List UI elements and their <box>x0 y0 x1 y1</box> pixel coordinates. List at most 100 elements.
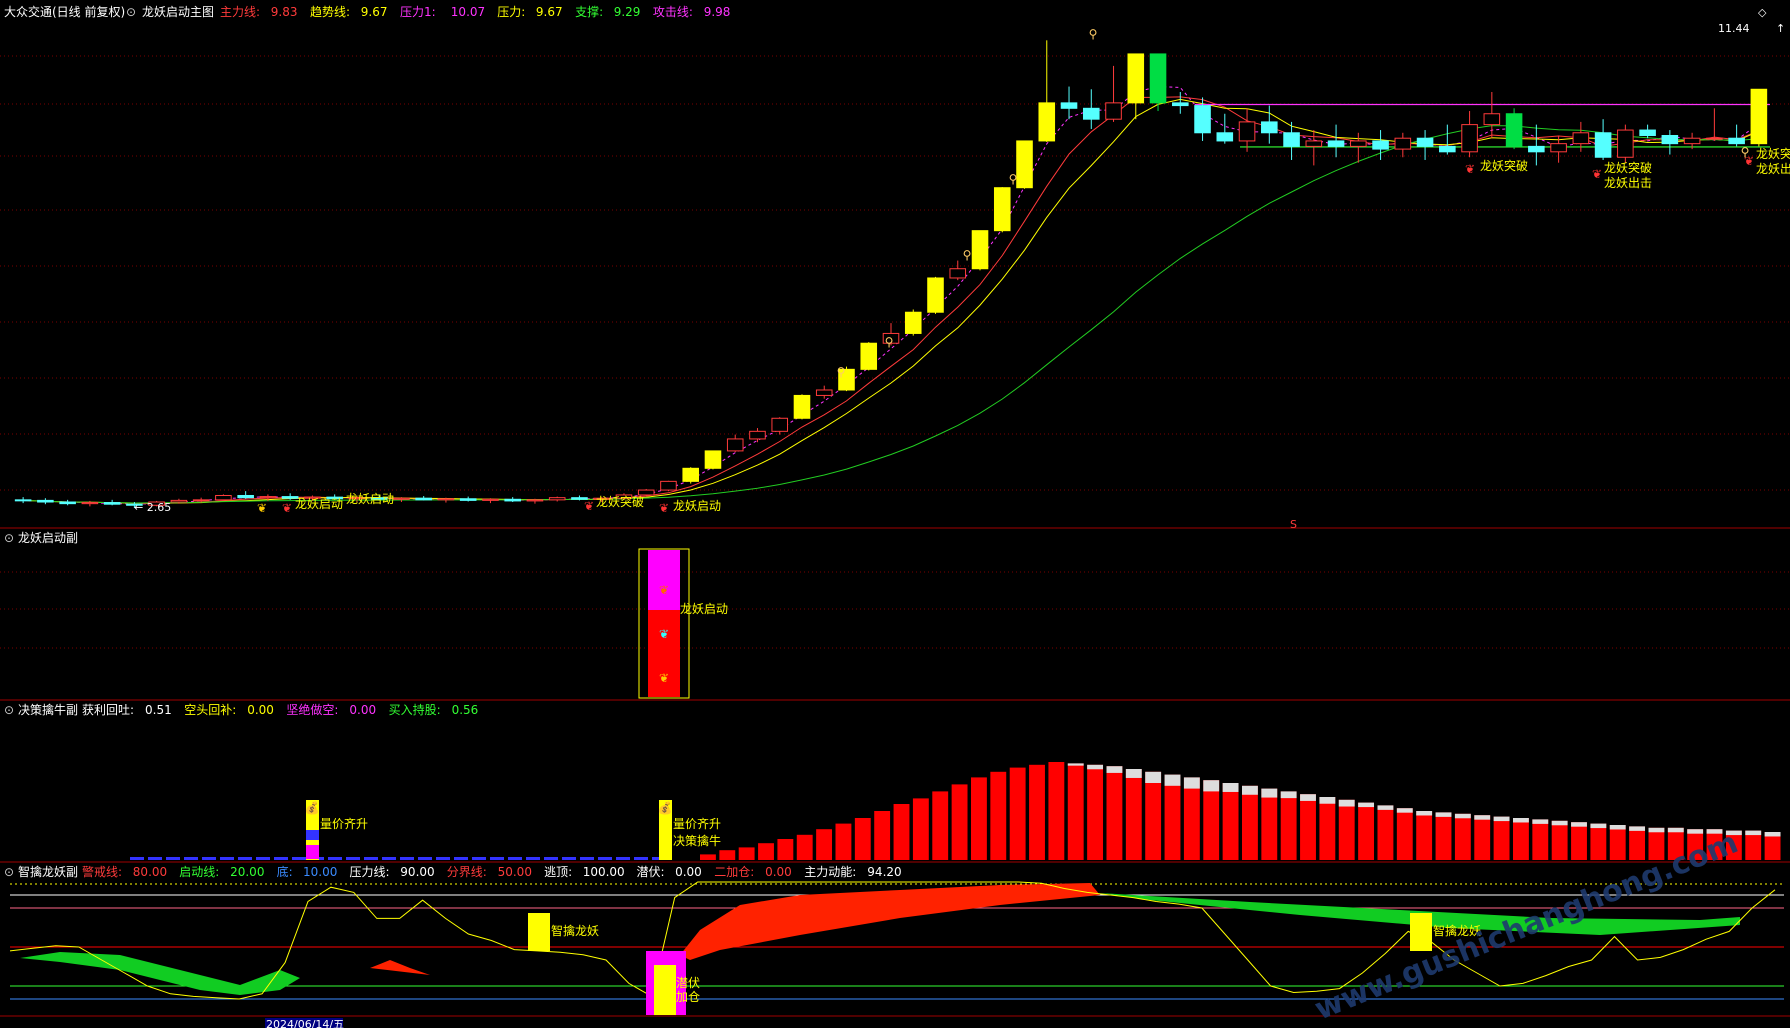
flat-bar <box>328 857 342 860</box>
decision-bar-top <box>1280 791 1297 799</box>
flat-bar <box>562 857 576 860</box>
candle-body <box>1060 102 1078 109</box>
flat-bar <box>238 857 252 860</box>
candle-body <box>1172 102 1189 107</box>
param-label-1: 空头回补: <box>184 703 236 717</box>
param-label-1: 趋势线: <box>310 5 350 19</box>
decision-bar <box>1474 815 1491 860</box>
candle-body <box>526 499 544 502</box>
momentum-area-green <box>20 952 300 995</box>
decision-bar-top <box>1590 823 1607 829</box>
flat-bar <box>508 857 522 860</box>
param-value-5: 9.98 <box>704 5 731 19</box>
sub1-grid <box>0 571 1790 649</box>
candle-body <box>103 502 121 505</box>
decision-bar <box>912 798 929 860</box>
ma-attack-line <box>23 86 1760 505</box>
sub1-annotation: 龙妖启动 <box>680 602 728 616</box>
butterfly-icon: ❦ <box>659 671 669 685</box>
decision-bar-top <box>1222 783 1239 792</box>
candle-body <box>1238 121 1256 142</box>
main-annotations: 龙妖启动 龙妖启动 龙妖突破 龙妖启动 龙妖突破 龙妖突破 龙妖出击 龙妖突 龙… <box>295 146 1790 513</box>
sub1-indicator-name[interactable]: 龙妖启动副 <box>18 531 78 545</box>
param-label-1: 启动线: <box>179 865 219 879</box>
main-indicator-name[interactable]: 龙妖启动主图 <box>142 5 214 19</box>
chart-canvas[interactable]: 大众交通(日线 前复权) ⊙ 龙妖启动主图 主力线: 9.83 趋势线: 9.67 压力… <box>0 0 1790 1028</box>
flat-bar <box>418 857 432 860</box>
candle-body <box>459 498 477 501</box>
candle-body <box>482 498 499 501</box>
butterfly-icon: ❦ <box>1592 167 1602 181</box>
sub2-header: ⊙ 决策擒牛副 获利回吐: 0.51 空头回补: 0.00 坚绝做空: 0.00 买入持股:… <box>4 702 478 717</box>
flat-bar <box>382 857 396 860</box>
sub3-annotation-4: 加仓 <box>676 990 700 1004</box>
arrow-up-icon[interactable]: ↑ <box>1776 22 1785 35</box>
decision-bar <box>777 839 794 860</box>
decision-bar <box>932 791 949 860</box>
decision-bar-top <box>1319 797 1336 804</box>
flat-bar <box>130 857 144 860</box>
sub2-indicator-name[interactable]: 决策擒牛副 <box>18 702 78 717</box>
decision-bar <box>1319 797 1336 860</box>
flat-bar <box>634 857 648 860</box>
decision-bar-top <box>1609 825 1626 830</box>
runner-icon: ⚲ <box>1741 145 1750 159</box>
flat-bar <box>580 857 594 860</box>
sub2-annotation-2: 量价齐升 <box>673 816 721 831</box>
decision-bar <box>1048 762 1065 860</box>
param-label-7: 二加仓: <box>714 865 754 879</box>
flat-bar <box>256 857 270 860</box>
candle-body <box>504 498 521 502</box>
decision-bar-top <box>1300 794 1316 801</box>
sub3-indicator-name[interactable]: 智擒龙妖副 <box>18 864 78 879</box>
sub2-collapse-icon[interactable]: ⊙ <box>4 703 14 717</box>
decision-bar <box>1261 788 1278 860</box>
decision-bar-top <box>1416 811 1433 816</box>
decision-bar-top <box>1106 766 1123 773</box>
param-label-3: 买入持股: <box>389 702 441 717</box>
diamond-icon[interactable]: ◇ <box>1758 6 1767 19</box>
decision-bar <box>1454 813 1471 860</box>
collapse-icon[interactable]: ⊙ <box>126 5 136 19</box>
candle-body <box>793 394 811 419</box>
candle-body <box>1639 129 1656 136</box>
flat-bar <box>364 857 378 860</box>
decision-bar <box>1493 816 1510 860</box>
candle-body <box>1661 134 1679 145</box>
candle-body <box>1350 140 1367 147</box>
param-value-3: 9.67 <box>536 5 563 19</box>
annotation-breakthrough-3: 龙妖突破 <box>1604 160 1652 175</box>
candlestick-series <box>14 40 1768 508</box>
decision-bar <box>1280 791 1297 860</box>
decision-bar <box>1222 783 1239 860</box>
annotation-launch-2: 龙妖启动 <box>346 492 394 506</box>
decision-bar-top <box>1532 819 1549 824</box>
sub1-collapse-icon[interactable]: ⊙ <box>4 531 14 545</box>
runner-icon: ⚲ <box>963 248 972 262</box>
low-price-label: ← 2.65 <box>134 501 171 514</box>
flat-bar <box>292 857 306 860</box>
decision-bar-top <box>1513 818 1529 823</box>
decision-bar <box>1551 820 1568 860</box>
flat-bar <box>490 857 504 860</box>
param-label-5: 攻击线: <box>653 5 693 19</box>
candle-body <box>1038 102 1056 142</box>
candle-body <box>415 497 432 501</box>
decision-bar-top <box>1087 764 1104 770</box>
candle-body <box>1483 113 1501 126</box>
flat-bar <box>544 857 558 860</box>
candle-body <box>1505 113 1523 147</box>
runner-icon: ⚲ <box>837 365 846 379</box>
candle-body <box>81 502 99 505</box>
candle-body <box>14 499 32 502</box>
sub3-collapse-icon[interactable]: ⊙ <box>4 865 14 879</box>
annotation-breakthrough-1: 龙妖突破 <box>596 494 644 509</box>
param-value-1: 0.00 <box>247 703 274 717</box>
candle-body <box>59 501 76 505</box>
decision-bar-top <box>1067 763 1084 766</box>
decision-bar <box>1009 767 1026 860</box>
butterfly-icon: ❦ <box>659 583 669 597</box>
decision-bar-top <box>1261 788 1278 798</box>
param-value-8: 94.20 <box>867 865 901 879</box>
candle-body <box>1572 132 1590 145</box>
